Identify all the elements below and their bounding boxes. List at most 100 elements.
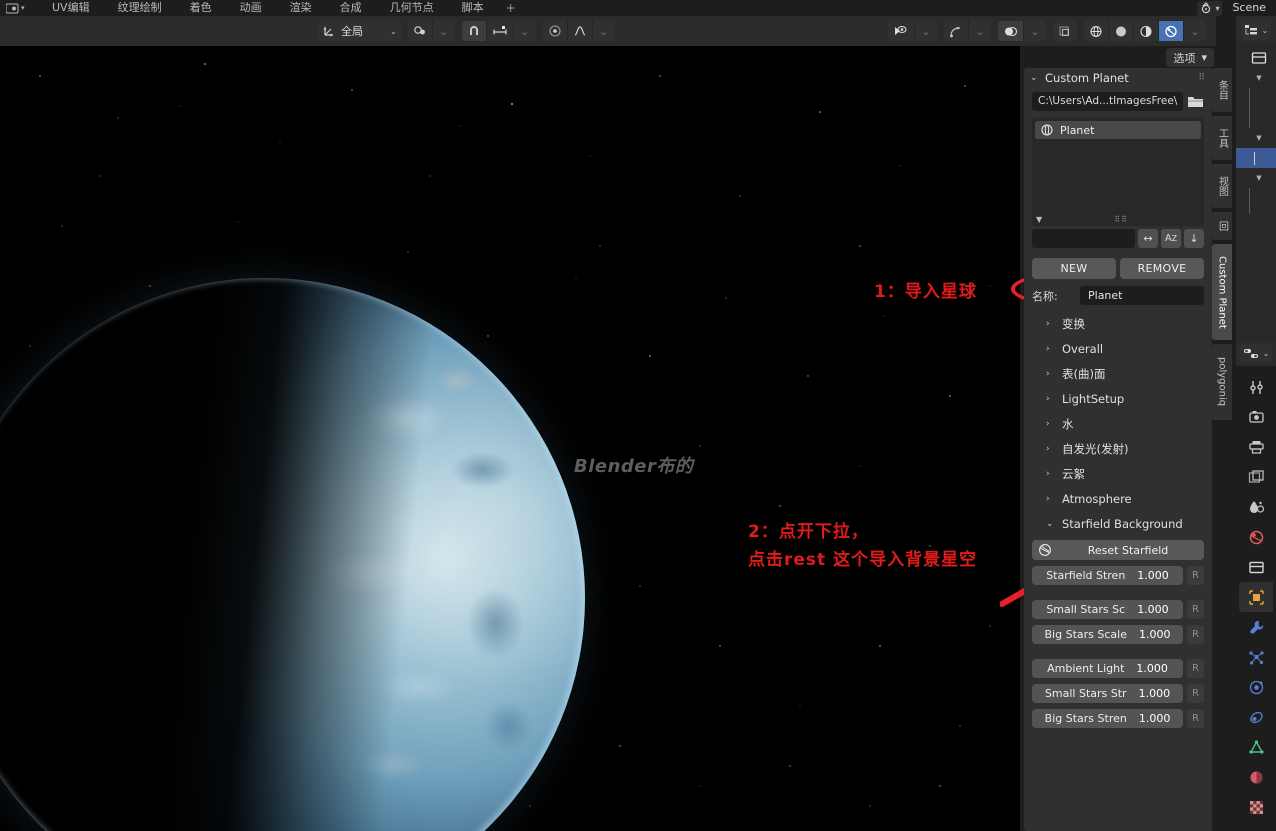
triangle-down-icon[interactable]: ▼	[1256, 134, 1261, 142]
name-input[interactable]: Planet	[1080, 286, 1204, 305]
physics-tab[interactable]	[1239, 672, 1273, 702]
reset-property-button[interactable]: R	[1187, 600, 1204, 619]
snap-toggle-button[interactable]	[407, 21, 433, 41]
workspace-tab-texture-paint[interactable]: 纹理绘制	[104, 0, 176, 16]
particles-tab[interactable]	[1239, 642, 1273, 672]
sidebar-tab-polygoniq[interactable]: polygoniq	[1212, 344, 1232, 420]
new-button[interactable]: NEW	[1032, 258, 1116, 279]
arrow-down-icon[interactable]: ↓	[1184, 229, 1204, 248]
reset-property-button[interactable]: R	[1187, 709, 1204, 728]
modifier-tab[interactable]	[1239, 612, 1273, 642]
3d-viewport[interactable]: Blender布的	[0, 46, 1020, 831]
material-preview-shading-button[interactable]	[1134, 21, 1159, 41]
table-row-selected[interactable]	[1236, 148, 1276, 168]
triangle-down-icon[interactable]: ▼	[1036, 215, 1042, 224]
snap-increment-button[interactable]	[486, 21, 514, 41]
scene-browse-button[interactable]: ▾	[1197, 0, 1223, 16]
world-tab[interactable]	[1239, 522, 1273, 552]
reset-property-button[interactable]: R	[1187, 566, 1204, 585]
tool-tab[interactable]	[1239, 372, 1273, 402]
table-row[interactable]: ▼	[1236, 128, 1276, 148]
workspace-tab-rendering[interactable]: 渲染	[276, 0, 326, 16]
triangle-down-icon[interactable]: ▼	[1256, 174, 1261, 182]
overlays-dropdown[interactable]: ⌄	[1024, 21, 1046, 41]
workspace-tab-uv[interactable]: UV编辑	[38, 0, 104, 16]
section-emission[interactable]: › 自发光(发射)	[1032, 436, 1204, 461]
table-row[interactable]: ▼	[1236, 168, 1276, 188]
snap-settings-dropdown[interactable]: ⌄	[513, 21, 536, 41]
material-tab[interactable]	[1239, 762, 1273, 792]
render-tab[interactable]	[1239, 402, 1273, 432]
scene-name-field[interactable]: Scene	[1224, 0, 1276, 16]
scene-collection-row[interactable]	[1236, 48, 1276, 68]
sidebar-tab-misc[interactable]: 回	[1212, 212, 1232, 240]
reset-starfield-button[interactable]: Reset Starfield	[1032, 540, 1204, 560]
workspace-tab-animation[interactable]: 动画	[226, 0, 276, 16]
filepath-input[interactable]: C:\Users\Ad...tImagesFree\	[1032, 92, 1183, 111]
workspace-tab-shading[interactable]: 着色	[176, 0, 226, 16]
viewport-options-dropdown[interactable]: 选项 ▾	[1166, 48, 1214, 67]
sort-az-icon[interactable]: AZ	[1161, 229, 1181, 248]
big-stars-strength-slider[interactable]: Big Stars Stren 1.000	[1032, 709, 1183, 728]
ambient-light-slider[interactable]: Ambient Light 1.000	[1032, 659, 1183, 678]
triangle-down-icon[interactable]: ▼	[1256, 74, 1261, 82]
blender-menu-icon[interactable]: ▾	[6, 1, 32, 15]
section-transform[interactable]: › 变换	[1032, 311, 1204, 336]
workspace-tab-scripting[interactable]: 脚本	[448, 0, 498, 16]
section-starfield-background[interactable]: ⌄ Starfield Background	[1032, 511, 1204, 536]
starfield-strength-slider[interactable]: Starfield Stren 1.000	[1032, 566, 1183, 585]
properties-editor-type-button[interactable]: ⌄	[1239, 343, 1273, 363]
overlays-button[interactable]	[998, 21, 1024, 41]
folder-icon[interactable]	[1187, 94, 1204, 109]
object-tab[interactable]	[1239, 582, 1273, 612]
gizmo-dropdown[interactable]: ⌄	[969, 21, 991, 41]
section-surface[interactable]: › 表(曲)面	[1032, 361, 1204, 386]
snap-options-dropdown[interactable]: ⌄	[432, 21, 455, 41]
xray-button[interactable]	[1053, 21, 1077, 41]
workspace-tab-geometry-nodes[interactable]: 几何节点	[376, 0, 448, 16]
small-stars-scale-slider[interactable]: Small Stars Sc 1.000	[1032, 600, 1183, 619]
wireframe-shading-button[interactable]	[1084, 21, 1109, 41]
sidebar-tab-item[interactable]: 条目	[1212, 68, 1232, 112]
show-gizmo-button[interactable]	[888, 21, 915, 41]
list-item[interactable]: Planet	[1035, 121, 1201, 139]
section-lightsetup[interactable]: › LightSetup	[1032, 386, 1204, 411]
magnet-button[interactable]	[461, 21, 487, 41]
panel-header[interactable]: ⌄ Custom Planet ⠿	[1024, 68, 1212, 88]
constraints-tab[interactable]	[1239, 702, 1273, 732]
section-water[interactable]: › 水	[1032, 411, 1204, 436]
falloff-dropdown[interactable]: ⌄	[592, 21, 615, 41]
remove-button[interactable]: REMOVE	[1120, 258, 1204, 279]
collection-tab[interactable]	[1239, 552, 1273, 582]
data-tab[interactable]	[1239, 732, 1273, 762]
solid-shading-button[interactable]	[1109, 21, 1134, 41]
table-row[interactable]: ▼	[1236, 68, 1276, 88]
section-atmosphere[interactable]: › Atmosphere	[1032, 486, 1204, 511]
sidebar-tab-view[interactable]: 视图	[1212, 164, 1232, 208]
proportional-edit-button[interactable]	[542, 21, 568, 41]
resize-grip-icon[interactable]: ⠿⠿	[1114, 215, 1128, 224]
shading-dropdown[interactable]: ⌄	[1184, 21, 1206, 41]
add-workspace-button[interactable]: +	[498, 0, 524, 16]
reset-property-button[interactable]: R	[1187, 625, 1204, 644]
reset-property-button[interactable]: R	[1187, 684, 1204, 703]
sidebar-tab-custom-planet[interactable]: Custom Planet	[1212, 244, 1232, 340]
falloff-curve-button[interactable]	[567, 21, 593, 41]
planet-list[interactable]: Planet ▼ ⠿⠿	[1032, 118, 1204, 226]
drag-grip-icon[interactable]: ⠿	[1198, 73, 1206, 83]
gizmo-button[interactable]	[944, 21, 969, 41]
output-tab[interactable]	[1239, 432, 1273, 462]
outliner-editor-type-button[interactable]: ⌄	[1240, 20, 1272, 40]
sidebar-tab-tool[interactable]: 工具	[1212, 116, 1232, 160]
section-overall[interactable]: › Overall	[1032, 336, 1204, 361]
rendered-shading-button[interactable]	[1159, 21, 1184, 41]
texture-tab[interactable]	[1239, 792, 1273, 822]
reset-property-button[interactable]: R	[1187, 659, 1204, 678]
workspace-tab-compositing[interactable]: 合成	[326, 0, 376, 16]
visibility-dropdown[interactable]: ⌄	[915, 21, 937, 41]
search-input[interactable]	[1032, 229, 1135, 248]
scene-tab[interactable]	[1239, 492, 1273, 522]
arrows-lr-icon[interactable]: ↔	[1138, 229, 1158, 248]
small-stars-strength-slider[interactable]: Small Stars Str 1.000	[1032, 684, 1183, 703]
transform-orientation-dropdown[interactable]: 全局 ⌄	[318, 21, 401, 41]
